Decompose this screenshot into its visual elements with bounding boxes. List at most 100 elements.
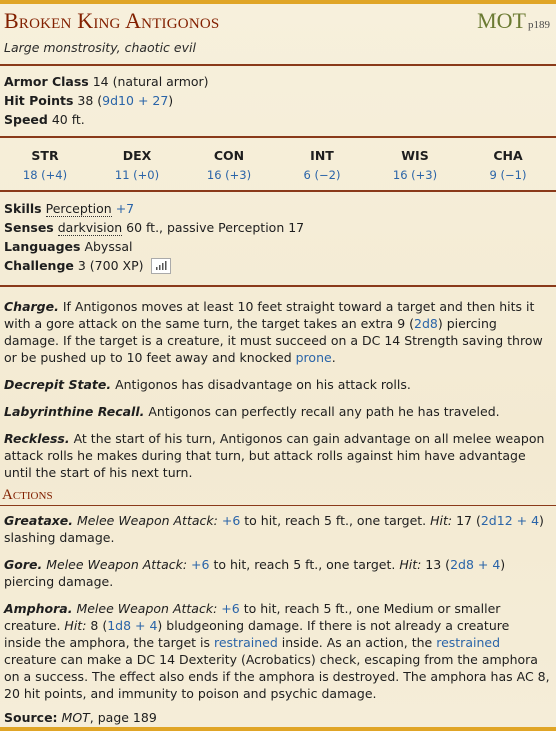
source-page: p189 bbox=[528, 19, 550, 31]
skills-label: Skills bbox=[4, 201, 42, 216]
trait-reckless: Reckless. At the start of his turn, Anti… bbox=[4, 430, 550, 481]
action-text: 17 ( bbox=[452, 513, 481, 528]
source-book: MOT bbox=[61, 710, 90, 725]
action-amphora: Amphora. Melee Weapon Attack: +6 to hit,… bbox=[4, 600, 550, 702]
senses-line: Senses darkvision 60 ft., passive Percep… bbox=[4, 220, 305, 236]
action-name: Greataxe. bbox=[4, 513, 74, 528]
ability-str: STR 18 (+4) bbox=[5, 148, 85, 182]
divider bbox=[0, 190, 556, 192]
ac-label: Armor Class bbox=[4, 74, 89, 89]
statblock-card: Broken King Antigonos MOT p189 Large mons… bbox=[0, 0, 556, 731]
trait-text: Antigonos has disadvantage on his attack… bbox=[111, 377, 411, 392]
hp-label: Hit Points bbox=[4, 93, 74, 108]
damage-dice-roller[interactable]: 2d12 + 4 bbox=[481, 513, 539, 528]
bottom-border bbox=[0, 727, 556, 731]
ability-name: STR bbox=[31, 148, 59, 163]
senses-label: Senses bbox=[4, 220, 54, 235]
trait-name: Reckless. bbox=[4, 431, 70, 446]
ability-roller[interactable]: 18 (+4) bbox=[5, 168, 85, 182]
damage-dice-roller[interactable]: 2d8 + 4 bbox=[450, 557, 500, 572]
ability-roller[interactable]: 6 (−2) bbox=[282, 168, 362, 182]
action-text: creature can make a DC 14 Dexterity (Acr… bbox=[4, 652, 550, 701]
ac-value: 14 (natural armor) bbox=[92, 74, 209, 89]
ability-con: CON 16 (+3) bbox=[189, 148, 269, 182]
hit-label: Hit: bbox=[399, 557, 422, 572]
action-text: inside. As an action, the bbox=[277, 635, 437, 650]
challenge-line: Challenge 3 (700 XP) bbox=[4, 257, 172, 275]
condition-prone-link[interactable]: prone bbox=[296, 350, 332, 365]
ability-roller[interactable]: 16 (+3) bbox=[375, 168, 455, 182]
action-greataxe: Greataxe. Melee Weapon Attack: +6 to hit… bbox=[4, 512, 550, 546]
action-text: 13 ( bbox=[421, 557, 451, 572]
attack-bonus-roller[interactable]: +6 bbox=[222, 513, 240, 528]
ability-roller[interactable]: 11 (+0) bbox=[97, 168, 177, 182]
source-page-text: , page 189 bbox=[89, 710, 157, 725]
hit-label: Hit: bbox=[430, 513, 453, 528]
trait-name: Labyrinthine Recall. bbox=[4, 404, 145, 419]
ability-name: INT bbox=[310, 148, 334, 163]
skill-perception-roller[interactable]: +7 bbox=[116, 201, 134, 216]
attack-type: Melee Weapon Attack: bbox=[42, 557, 188, 572]
speed-line: Speed 40 ft. bbox=[4, 112, 85, 127]
action-text: to hit, reach 5 ft., one target. bbox=[209, 557, 400, 572]
action-name: Gore. bbox=[4, 557, 43, 572]
trait-labyrinthine-recall: Labyrinthine Recall. Antigonos can perfe… bbox=[4, 403, 550, 420]
creature-type: Large monstrosity, chaotic evil bbox=[4, 40, 196, 55]
damage-dice-roller[interactable]: 2d8 bbox=[414, 316, 438, 331]
divider bbox=[0, 64, 556, 66]
ability-name: CON bbox=[213, 148, 245, 163]
attack-bonus-roller[interactable]: +6 bbox=[221, 601, 239, 616]
senses-value: 60 ft., passive Perception 17 bbox=[122, 220, 305, 235]
source-footer: Source: MOT, page 189 bbox=[4, 710, 157, 725]
actions-divider bbox=[0, 505, 556, 506]
creature-name: Broken King Antigonos bbox=[4, 8, 220, 33]
ability-name: WIS bbox=[401, 148, 429, 163]
attack-bonus-roller[interactable]: +6 bbox=[191, 557, 209, 572]
challenge-label: Challenge bbox=[4, 258, 74, 273]
trait-text: . bbox=[331, 350, 336, 365]
languages-label: Languages bbox=[4, 239, 81, 254]
ability-name: DEX bbox=[122, 148, 152, 163]
speed-value: 40 ft. bbox=[51, 112, 85, 127]
actions-header: Actions bbox=[2, 487, 53, 503]
hit-points-line: Hit Points 38 (9d10 + 27) bbox=[4, 93, 174, 108]
divider bbox=[0, 285, 556, 287]
hp-formula-roller[interactable]: 9d10 + 27 bbox=[102, 93, 168, 108]
trait-name: Decrepit State. bbox=[4, 377, 112, 392]
ability-roller[interactable]: 9 (−1) bbox=[468, 168, 548, 182]
languages-line: Languages Abyssal bbox=[4, 239, 132, 254]
trait-text: Antigonos can perfectly recall any path … bbox=[144, 404, 500, 419]
trait-charge: Charge. If Antigonos moves at least 10 f… bbox=[4, 298, 550, 366]
ability-int: INT 6 (−2) bbox=[282, 148, 362, 182]
source-tag[interactable]: MOT p189 bbox=[477, 8, 550, 34]
armor-class-line: Armor Class 14 (natural armor) bbox=[4, 74, 209, 89]
condition-restrained-link[interactable]: restrained bbox=[214, 635, 278, 650]
action-text: to hit, reach 5 ft., one target. bbox=[240, 513, 431, 528]
condition-restrained-link[interactable]: restrained bbox=[436, 635, 500, 650]
trait-name: Charge. bbox=[4, 299, 59, 314]
attack-type: Melee Weapon Attack: bbox=[73, 513, 218, 528]
action-gore: Gore. Melee Weapon Attack: +6 to hit, re… bbox=[4, 556, 550, 590]
top-border bbox=[0, 0, 556, 4]
speed-label: Speed bbox=[4, 112, 48, 127]
ability-dex: DEX 11 (+0) bbox=[97, 148, 177, 182]
ability-name: CHA bbox=[493, 148, 523, 163]
action-name: Amphora. bbox=[4, 601, 73, 616]
action-text: 8 ( bbox=[86, 618, 108, 633]
skills-line: Skills Perception +7 bbox=[4, 201, 134, 217]
bar-chart-icon[interactable] bbox=[151, 257, 172, 274]
skill-perception-link[interactable]: Perception bbox=[45, 201, 112, 217]
darkvision-link[interactable]: darkvision bbox=[57, 220, 123, 236]
ability-wis: WIS 16 (+3) bbox=[375, 148, 455, 182]
damage-dice-roller[interactable]: 1d8 + 4 bbox=[107, 618, 157, 633]
trait-decrepit-state: Decrepit State. Antigonos has disadvanta… bbox=[4, 376, 550, 393]
source-abbr[interactable]: MOT bbox=[477, 8, 526, 33]
divider bbox=[0, 136, 556, 138]
ability-cha: CHA 9 (−1) bbox=[468, 148, 548, 182]
source-label: Source: bbox=[4, 710, 58, 725]
languages-value: Abyssal bbox=[84, 239, 133, 254]
attack-type: Melee Weapon Attack: bbox=[72, 601, 218, 616]
trait-text: At the start of his turn, Antigonos can … bbox=[4, 431, 545, 480]
hit-label: Hit: bbox=[64, 618, 87, 633]
ability-roller[interactable]: 16 (+3) bbox=[189, 168, 269, 182]
